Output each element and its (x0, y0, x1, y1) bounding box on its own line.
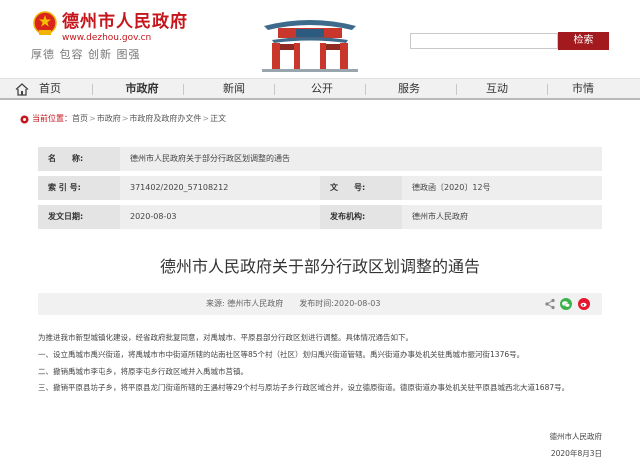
share-icon[interactable] (544, 298, 556, 310)
nav-item-home[interactable]: 首页 (30, 79, 70, 99)
breadcrumb-separator: > (202, 114, 210, 123)
breadcrumb-prefix: 当前位置： (32, 114, 72, 123)
info-label-date: 发文日期: (38, 205, 120, 229)
nav-item-news[interactable]: 新闻 (213, 79, 255, 99)
weibo-icon[interactable] (578, 298, 590, 310)
search-button[interactable]: 检索 (558, 32, 609, 50)
home-icon[interactable] (15, 83, 29, 96)
breadcrumb-separator: > (89, 114, 96, 123)
signature-date: 2020年8月3日 (550, 449, 602, 458)
info-value-date: 2020-08-03 (130, 212, 177, 221)
article-meta-bar: 来源: 德州市人民政府 发布时间:2020-08-03 (38, 293, 602, 315)
article-paragraph: 为推进我市新型城镇化建设，经省政府批复同意，对禹城市、平原县部分行政区划进行调整… (38, 333, 413, 342)
nav-divider (456, 84, 457, 95)
nav-divider (274, 84, 275, 95)
info-row-date: 发文日期: 2020-08-03 发布机构: 德州市人民政府 (38, 205, 602, 229)
info-label-doc-no: 文 号: (320, 176, 402, 200)
article-paragraph: 一、设立禹城市禹兴街道，将禹城市市中街道所辖的站南社区等85个村（社区）划归禹兴… (38, 350, 525, 359)
nav-divider (547, 84, 548, 95)
site-header: 德州市人民政府 www.dezhou.gov.cn 厚德 包容 创新 图强 检索 (0, 0, 640, 78)
wechat-icon[interactable] (560, 298, 572, 310)
nav-divider (92, 84, 93, 95)
info-value-index: 371402/2020_57108212 (130, 183, 229, 192)
nav-item-city-info[interactable]: 市情 (562, 79, 604, 99)
nav-item-service[interactable]: 服务 (388, 79, 430, 99)
info-value-name: 德州市人民政府关于部分行政区划调整的通告 (130, 154, 290, 163)
info-value-doc-no: 德政函〔2020〕12号 (412, 183, 491, 192)
site-url: www.dezhou.gov.cn (62, 33, 152, 43)
info-row-name: 名 称: 德州市人民政府关于部分行政区划调整的通告 (38, 147, 602, 171)
article-meta: 来源: 德州市人民政府 发布时间:2020-08-03 (206, 293, 380, 315)
location-pin-icon (20, 115, 29, 123)
article-paragraph: 二、撤销禹城市李屯乡，将原李屯乡行政区域并入禹城市莒镇。 (38, 367, 248, 376)
site-slogan: 厚德 包容 创新 图强 (31, 48, 141, 61)
article-published: 发布时间:2020-08-03 (299, 299, 381, 308)
breadcrumb-item-current: 正文 (210, 114, 227, 123)
archway-gate-image (258, 12, 362, 72)
national-emblem-icon (33, 11, 57, 35)
article-source: 来源: 德州市人民政府 (206, 299, 284, 308)
search-input[interactable] (410, 33, 558, 49)
info-value-org: 德州市人民政府 (412, 212, 468, 221)
nav-item-interaction[interactable]: 互动 (476, 79, 518, 99)
main-nav: 首页 市政府 新闻 公开 服务 互动 市情 (0, 78, 640, 100)
breadcrumb-separator: > (121, 114, 129, 123)
info-label-name: 名 称: (38, 147, 120, 171)
nav-item-government[interactable]: 市政府 (118, 79, 166, 99)
nav-item-public[interactable]: 公开 (301, 79, 343, 99)
breadcrumb-item-documents[interactable]: 市政府及政府办文件 (129, 114, 201, 123)
info-row-index: 索 引 号: 371402/2020_57108212 文 号: 德政函〔202… (38, 176, 602, 200)
breadcrumb-item-home[interactable]: 首页 (72, 114, 88, 123)
nav-divider (365, 84, 366, 95)
info-label-index: 索 引 号: (38, 176, 120, 200)
nav-divider (183, 84, 184, 95)
breadcrumb-item-government[interactable]: 市政府 (97, 114, 121, 123)
site-title[interactable]: 德州市人民政府 (62, 12, 188, 32)
breadcrumb: 当前位置：首页>市政府>市政府及政府办文件>正文 (20, 113, 226, 125)
article-paragraph: 三、撤销平原县坊子乡，将平原县龙门街道所辖的王遇村等29个村与原坊子乡行政区域合… (38, 383, 570, 392)
article-title: 德州市人民政府关于部分行政区划调整的通告 (159, 257, 480, 276)
signature-organization: 德州市人民政府 (549, 432, 603, 441)
info-label-org: 发布机构: (320, 205, 402, 229)
